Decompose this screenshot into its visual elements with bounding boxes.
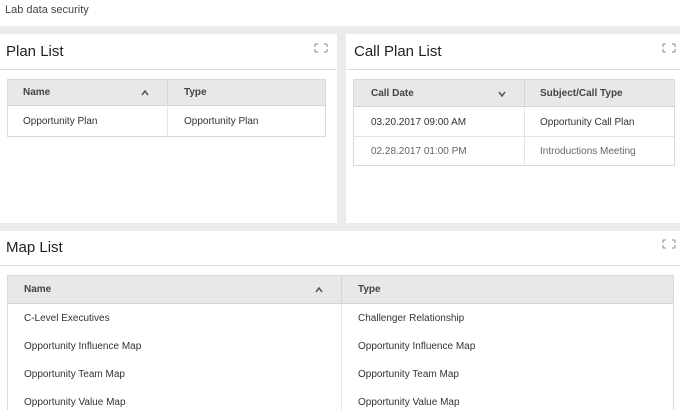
cell-name: Opportunity Influence Map [24,340,142,352]
column-header-name[interactable]: Name [24,276,51,303]
cell-type: Opportunity Value Map [358,396,460,408]
cell-type: Opportunity Plan [184,116,259,127]
chevron-down-icon[interactable] [497,89,507,99]
cell-call-type: Opportunity Call Plan [540,116,635,128]
cell-call-type: Introductions Meeting [540,145,636,157]
table-row[interactable]: 02.28.2017 01:00 PM Introductions Meetin… [354,137,674,165]
cell-call-date: 03.20.2017 09:00 AM [371,116,467,128]
cell-name: Opportunity Plan [23,116,98,127]
chevron-up-icon[interactable] [314,285,324,295]
map-list-title: Map List [6,239,63,256]
table-header: Name Type [8,80,325,106]
cell-name: C-Level Executives [24,313,110,324]
cell-name: Opportunity Team Map [24,368,125,380]
cell-type: Challenger Relationship [358,313,465,324]
column-header-subject-call-type[interactable]: Subject/Call Type [540,80,623,106]
column-header-type[interactable]: Type [358,276,381,303]
table-header: Call Date Subject/Call Type [354,80,674,107]
page-title: Lab data security [5,4,89,16]
expand-icon[interactable] [662,43,676,53]
map-list-table: Name Type C-Level Executives Challenger … [7,275,674,410]
map-list-panel: Map List Name Type C-Level Executives Ch… [0,231,680,410]
call-plan-list-panel: Call Plan List Call Date Subject/Call Ty… [346,34,680,223]
cell-call-date: 02.28.2017 01:00 PM [371,145,467,157]
plan-list-panel: Plan List Name Type Opportunity Plan Opp… [0,34,337,223]
expand-icon[interactable] [662,239,676,249]
cell-type: Opportunity Team Map [358,368,459,380]
call-plan-list-title: Call Plan List [354,43,442,60]
cell-name: Opportunity Value Map [24,396,126,408]
plan-list-table: Name Type Opportunity Plan Opportunity P… [7,79,326,137]
column-header-type[interactable]: Type [184,80,207,105]
call-plan-list-table: Call Date Subject/Call Type 03.20.2017 0… [353,79,675,166]
chevron-up-icon[interactable] [140,88,150,98]
page-header: Lab data security [0,0,680,26]
column-header-name[interactable]: Name [23,80,50,105]
table-header: Name Type [8,276,673,304]
expand-icon[interactable] [314,43,328,53]
cell-type: Opportunity Influence Map [358,340,476,352]
plan-list-title: Plan List [6,43,64,60]
table-row[interactable]: 03.20.2017 09:00 AM Opportunity Call Pla… [354,108,674,136]
column-header-call-date[interactable]: Call Date [371,80,414,106]
